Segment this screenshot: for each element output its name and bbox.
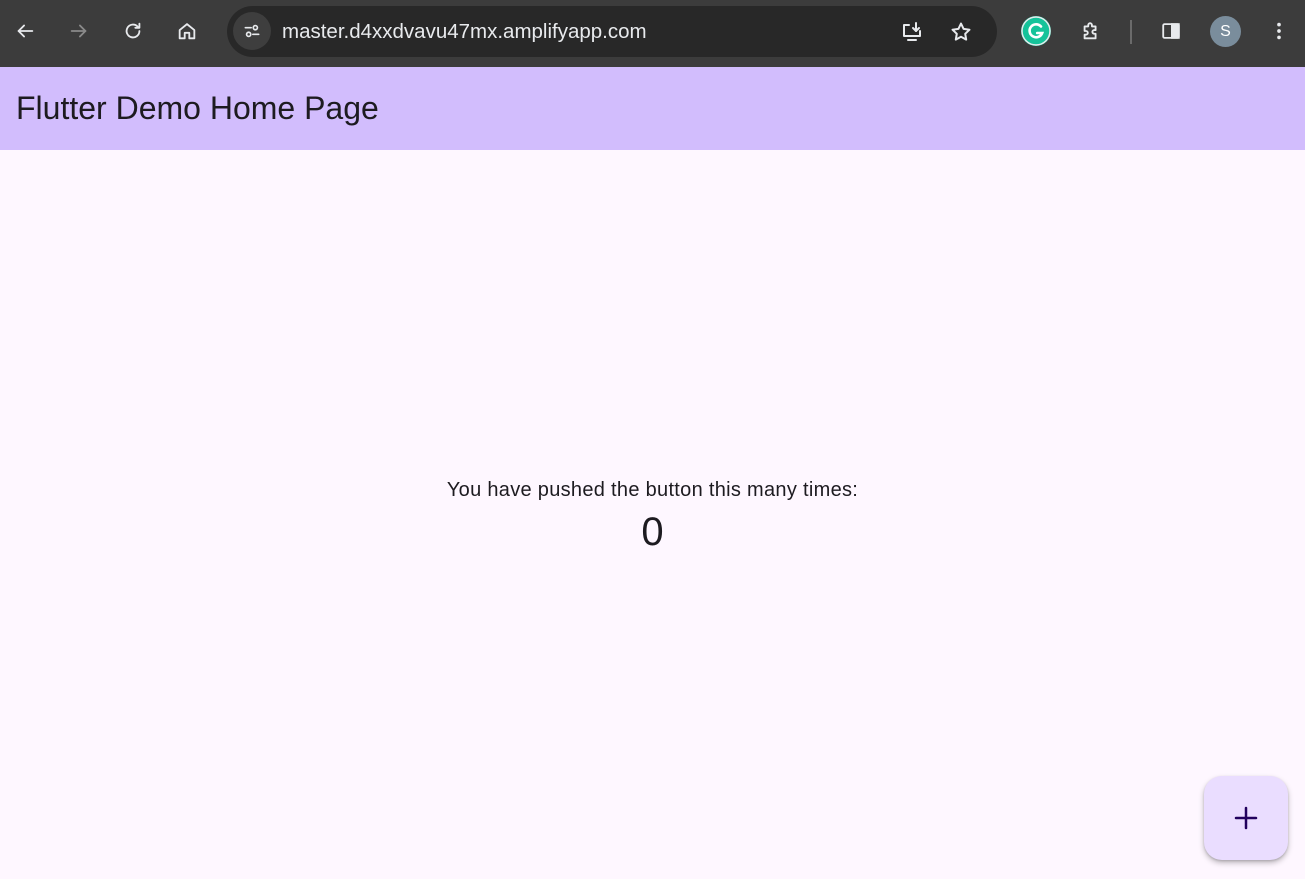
address-bar[interactable]: master.d4xxdvavu47mx.amplifyapp.com: [227, 6, 997, 57]
side-panel-icon: [1162, 23, 1180, 39]
profile-avatar[interactable]: S: [1210, 16, 1241, 47]
site-info-button[interactable]: [233, 12, 271, 50]
install-app-icon: [903, 22, 921, 41]
back-button[interactable]: [7, 12, 43, 50]
app-body: You have pushed the button this many tim…: [0, 150, 1305, 879]
tune-icon: [244, 24, 260, 38]
reload-button[interactable]: [115, 12, 151, 50]
page-title: Flutter Demo Home Page: [16, 90, 379, 126]
grammarly-extension-button[interactable]: [1021, 16, 1051, 46]
install-app-button[interactable]: [898, 18, 926, 46]
plus-icon: [1234, 806, 1258, 830]
increment-button[interactable]: [1204, 776, 1288, 860]
browser-toolbar: master.d4xxdvavu47mx.amplifyapp.com S: [0, 0, 1305, 67]
extensions-button[interactable]: [1073, 12, 1109, 50]
star-icon: [951, 22, 971, 41]
counter-label: You have pushed the button this many tim…: [446, 479, 859, 501]
kebab-menu-icon: [1277, 22, 1281, 40]
url-text[interactable]: master.d4xxdvavu47mx.amplifyapp.com: [282, 6, 647, 57]
arrow-left-icon: [17, 24, 34, 38]
reload-icon: [125, 22, 141, 39]
counter-value: 0: [641, 510, 664, 554]
browser-menu-button[interactable]: [1261, 12, 1297, 50]
home-button[interactable]: [169, 12, 205, 50]
arrow-right-icon: [70, 24, 87, 38]
grammarly-icon: [1021, 16, 1051, 46]
app-bar: Flutter Demo Home Page: [0, 67, 1305, 150]
forward-button[interactable]: [61, 12, 97, 50]
puzzle-icon: [1083, 22, 1097, 40]
toolbar-divider: [1130, 20, 1132, 44]
bookmark-button[interactable]: [947, 18, 975, 46]
home-icon: [178, 23, 196, 40]
side-panel-button[interactable]: [1153, 12, 1189, 50]
